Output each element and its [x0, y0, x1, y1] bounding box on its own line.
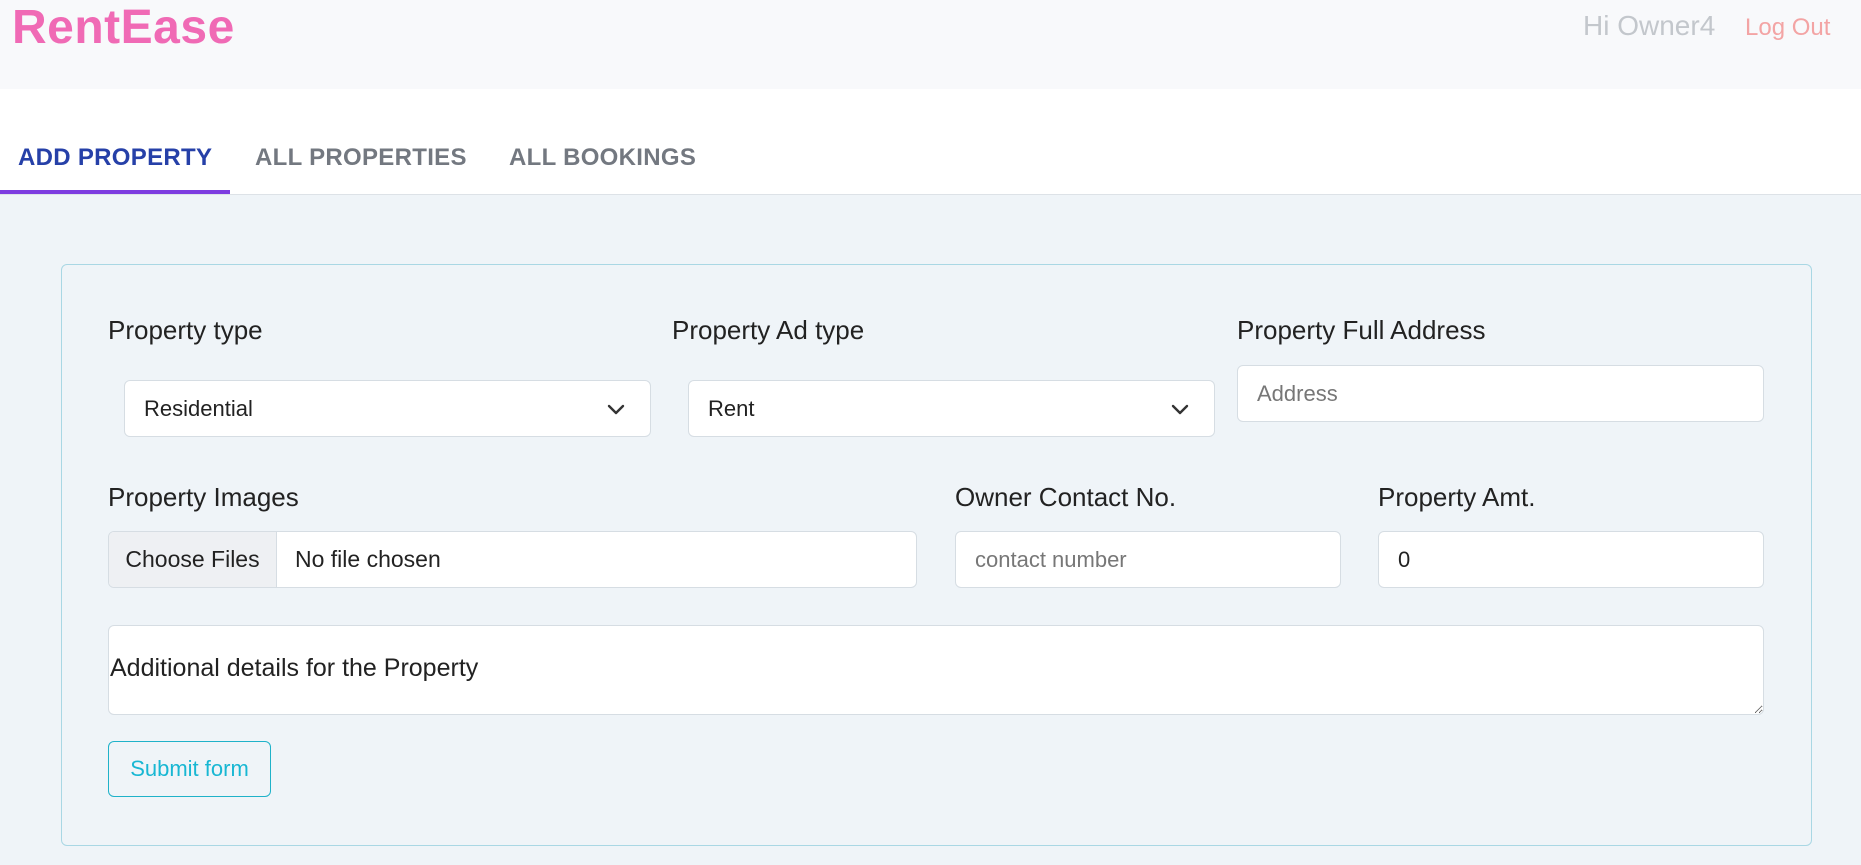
tab-bar: ADD PROPERTY ALL PROPERTIES ALL BOOKINGS — [0, 89, 1861, 195]
owner-contact-input[interactable] — [955, 531, 1341, 588]
tab-all-properties[interactable]: ALL PROPERTIES — [255, 144, 467, 172]
file-status-text: No file chosen — [295, 546, 441, 572]
address-label: Property Full Address — [1237, 315, 1486, 345]
property-amount-input[interactable] — [1378, 531, 1764, 588]
top-navbar: RentEase Hi Owner4 Log Out — [0, 0, 1861, 89]
ad-type-select[interactable]: Rent — [688, 380, 1215, 437]
property-amount-label: Property Amt. — [1378, 482, 1536, 512]
user-greeting: Hi Owner4 — [1583, 10, 1716, 41]
ad-type-label: Property Ad type — [672, 315, 865, 345]
property-type-label: Property type — [108, 315, 263, 345]
property-images-file-input[interactable]: Choose Files No file chosen — [108, 531, 917, 588]
logout-link[interactable]: Log Out — [1745, 14, 1830, 42]
tab-add-property[interactable]: ADD PROPERTY — [18, 144, 212, 172]
chevron-down-icon — [607, 404, 625, 414]
ad-type-value: Rent — [708, 395, 755, 421]
owner-contact-label: Owner Contact No. — [955, 482, 1177, 512]
active-tab-indicator — [0, 190, 230, 194]
address-input[interactable] — [1237, 365, 1764, 422]
property-type-select[interactable]: Residential — [124, 380, 651, 437]
tab-all-bookings[interactable]: ALL BOOKINGS — [509, 144, 696, 172]
property-type-value: Residential — [144, 395, 253, 421]
choose-files-button[interactable]: Choose Files — [109, 532, 277, 587]
additional-details-textarea[interactable] — [108, 625, 1764, 715]
brand-logo[interactable]: RentEase — [12, 0, 235, 55]
chevron-down-icon — [1171, 404, 1189, 414]
submit-form-button[interactable]: Submit form — [108, 741, 271, 797]
property-images-label: Property Images — [108, 482, 299, 512]
